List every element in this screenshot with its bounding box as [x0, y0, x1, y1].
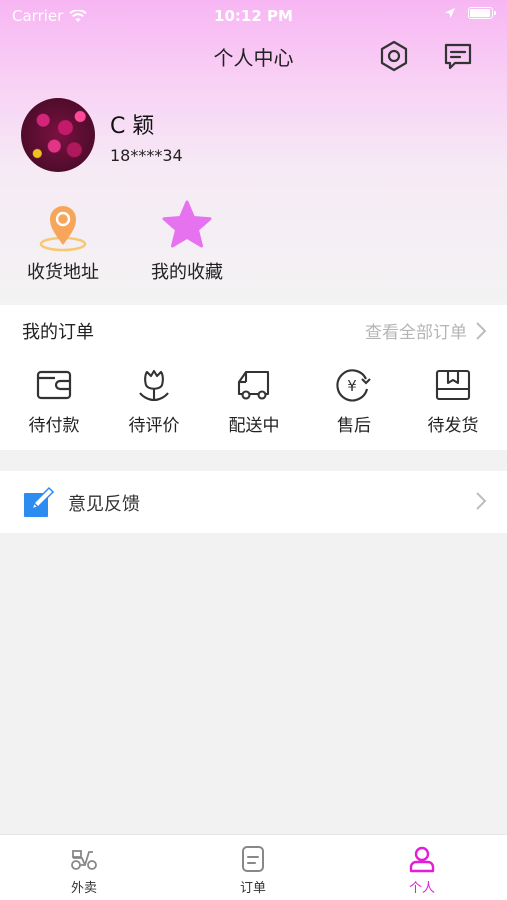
- view-all-orders-label: 查看全部订单: [365, 323, 467, 343]
- address-shortcut[interactable]: 收货地址: [8, 198, 118, 284]
- edit-pen-icon: [24, 486, 55, 517]
- view-all-orders-link[interactable]: 查看全部订单: [365, 318, 487, 343]
- scooter-icon: [71, 850, 97, 870]
- settings-button[interactable]: [376, 38, 412, 74]
- order-pending-review-label: 待评价: [128, 416, 180, 436]
- star-icon: [162, 200, 212, 248]
- tab-orders[interactable]: 订单: [213, 845, 293, 896]
- message-icon: [444, 43, 472, 70]
- address-label: 收货地址: [27, 262, 99, 283]
- location-arrow-icon: [445, 8, 455, 18]
- tab-bar: 外卖 订单 个人: [0, 834, 507, 900]
- order-pending-shipment-label: 待发货: [427, 416, 479, 436]
- battery-icon: [468, 7, 496, 19]
- document-icon: [242, 846, 264, 872]
- tab-me-label: 个人: [408, 881, 435, 896]
- chevron-right-icon: [476, 492, 487, 510]
- order-after-sales[interactable]: ¥ 售后: [304, 365, 404, 436]
- favorites-shortcut[interactable]: 我的收藏: [132, 198, 242, 284]
- location-pin-icon: [39, 206, 87, 252]
- package-box-icon: [435, 369, 471, 401]
- chevron-right-icon: [476, 321, 487, 340]
- feedback-label: 意见反馈: [68, 494, 140, 515]
- order-delivering[interactable]: 配送中: [204, 365, 304, 436]
- messages-button[interactable]: [440, 38, 476, 74]
- tab-takeout-label: 外卖: [70, 881, 97, 896]
- order-pending-review[interactable]: 待评价: [104, 365, 204, 436]
- svg-text:¥: ¥: [347, 377, 357, 395]
- order-delivering-label: 配送中: [228, 416, 280, 436]
- delivery-truck-icon: [237, 370, 270, 400]
- orders-card: 我的订单 查看全部订单 待付款 待评价 配送中 ¥ 售后 待发货: [0, 305, 507, 450]
- order-pending-payment[interactable]: 待付款: [4, 365, 104, 436]
- order-after-sales-label: 售后: [337, 416, 371, 436]
- favorites-label: 我的收藏: [151, 262, 223, 283]
- tab-orders-label: 订单: [239, 881, 266, 896]
- order-pending-shipment[interactable]: 待发货: [403, 365, 503, 436]
- page-title: 个人中心: [213, 46, 294, 70]
- wallet-icon: [36, 370, 72, 400]
- feedback-row[interactable]: 意见反馈: [0, 471, 507, 533]
- user-phone: 18****34: [110, 146, 183, 165]
- orders-title: 我的订单: [22, 322, 94, 343]
- avatar[interactable]: [21, 98, 95, 172]
- user-icon: [409, 846, 435, 873]
- user-name: C 颖: [110, 114, 155, 139]
- order-pending-payment-label: 待付款: [28, 416, 80, 436]
- flower-icon: [139, 369, 169, 402]
- status-bar: Carrier 10:12 PM: [0, 0, 507, 32]
- clock: 10:12 PM: [214, 7, 293, 25]
- gear-icon: [380, 40, 408, 72]
- tab-takeout[interactable]: 外卖: [44, 845, 124, 896]
- tab-me[interactable]: 个人: [382, 845, 462, 896]
- yen-refund-icon: ¥: [336, 369, 371, 402]
